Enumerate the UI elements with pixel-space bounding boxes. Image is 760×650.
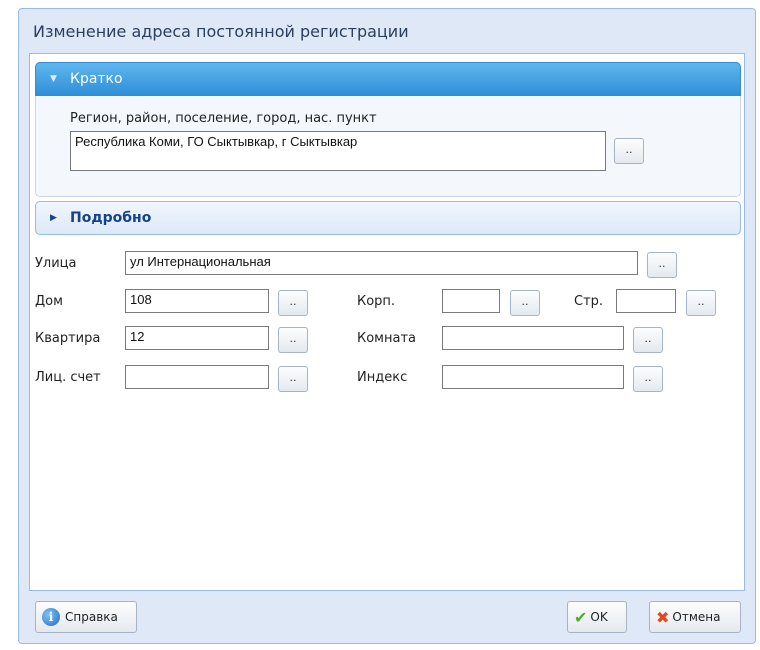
cancel-button[interactable]: ✖ Отмена [649,601,741,633]
structure-label: Стр. [574,294,604,309]
help-button[interactable]: i Справка [35,601,137,633]
building-label: Корп. [357,294,396,309]
ok-button-label: OK [590,610,608,624]
room-input[interactable] [442,326,624,350]
help-button-label: Справка [65,610,118,624]
check-icon: ✔ [574,607,588,627]
street-label: Улица [35,256,77,271]
apartment-label: Квартира [35,331,101,346]
structure-input[interactable] [616,289,676,313]
building-input[interactable] [442,289,500,313]
apartment-input[interactable]: 12 [125,326,269,350]
house-input[interactable]: 108 [125,289,269,313]
region-select-button[interactable]: .. [614,138,644,164]
house-label: Дом [35,294,63,309]
panel-short-title: Кратко [70,71,123,87]
structure-select-button[interactable]: .. [686,290,716,316]
address-dialog: Изменение адреса постоянной регистрации … [18,8,756,644]
panel-short-body: Регион, район, поселение, город, нас. пу… [35,96,741,197]
cancel-button-label: Отмена [672,610,721,624]
street-select-button[interactable]: .. [647,252,677,278]
index-label: Индекс [357,370,408,385]
info-icon: i [42,608,60,626]
room-select-button[interactable]: .. [633,327,663,353]
triangle-down-icon: ▼ [50,74,57,84]
apartment-select-button[interactable]: .. [278,327,308,353]
street-input[interactable]: ул Интернациональная [125,251,638,275]
panel-detail-title: Подробно [70,210,152,226]
panel-detail-header[interactable]: ▶ Подробно [35,201,741,235]
region-input[interactable]: Республика Коми, ГО Сыктывкар, г Сыктывк… [70,131,606,171]
index-input[interactable] [442,365,624,389]
account-label: Лиц. счет [35,370,101,385]
house-select-button[interactable]: .. [278,290,308,316]
room-label: Комната [357,331,416,346]
cross-icon: ✖ [656,607,670,627]
panel-short-header[interactable]: ▼ Кратко [35,62,741,96]
index-select-button[interactable]: .. [633,366,663,392]
account-select-button[interactable]: .. [278,366,308,392]
dialog-title: Изменение адреса постоянной регистрации [33,22,409,41]
ok-button[interactable]: ✔ OK [567,601,627,633]
building-select-button[interactable]: .. [510,290,540,316]
triangle-right-icon: ▶ [50,213,57,223]
dialog-body: ▼ Кратко Регион, район, поселение, город… [29,53,745,591]
region-label: Регион, район, поселение, город, нас. пу… [70,111,377,126]
account-input[interactable] [125,365,269,389]
